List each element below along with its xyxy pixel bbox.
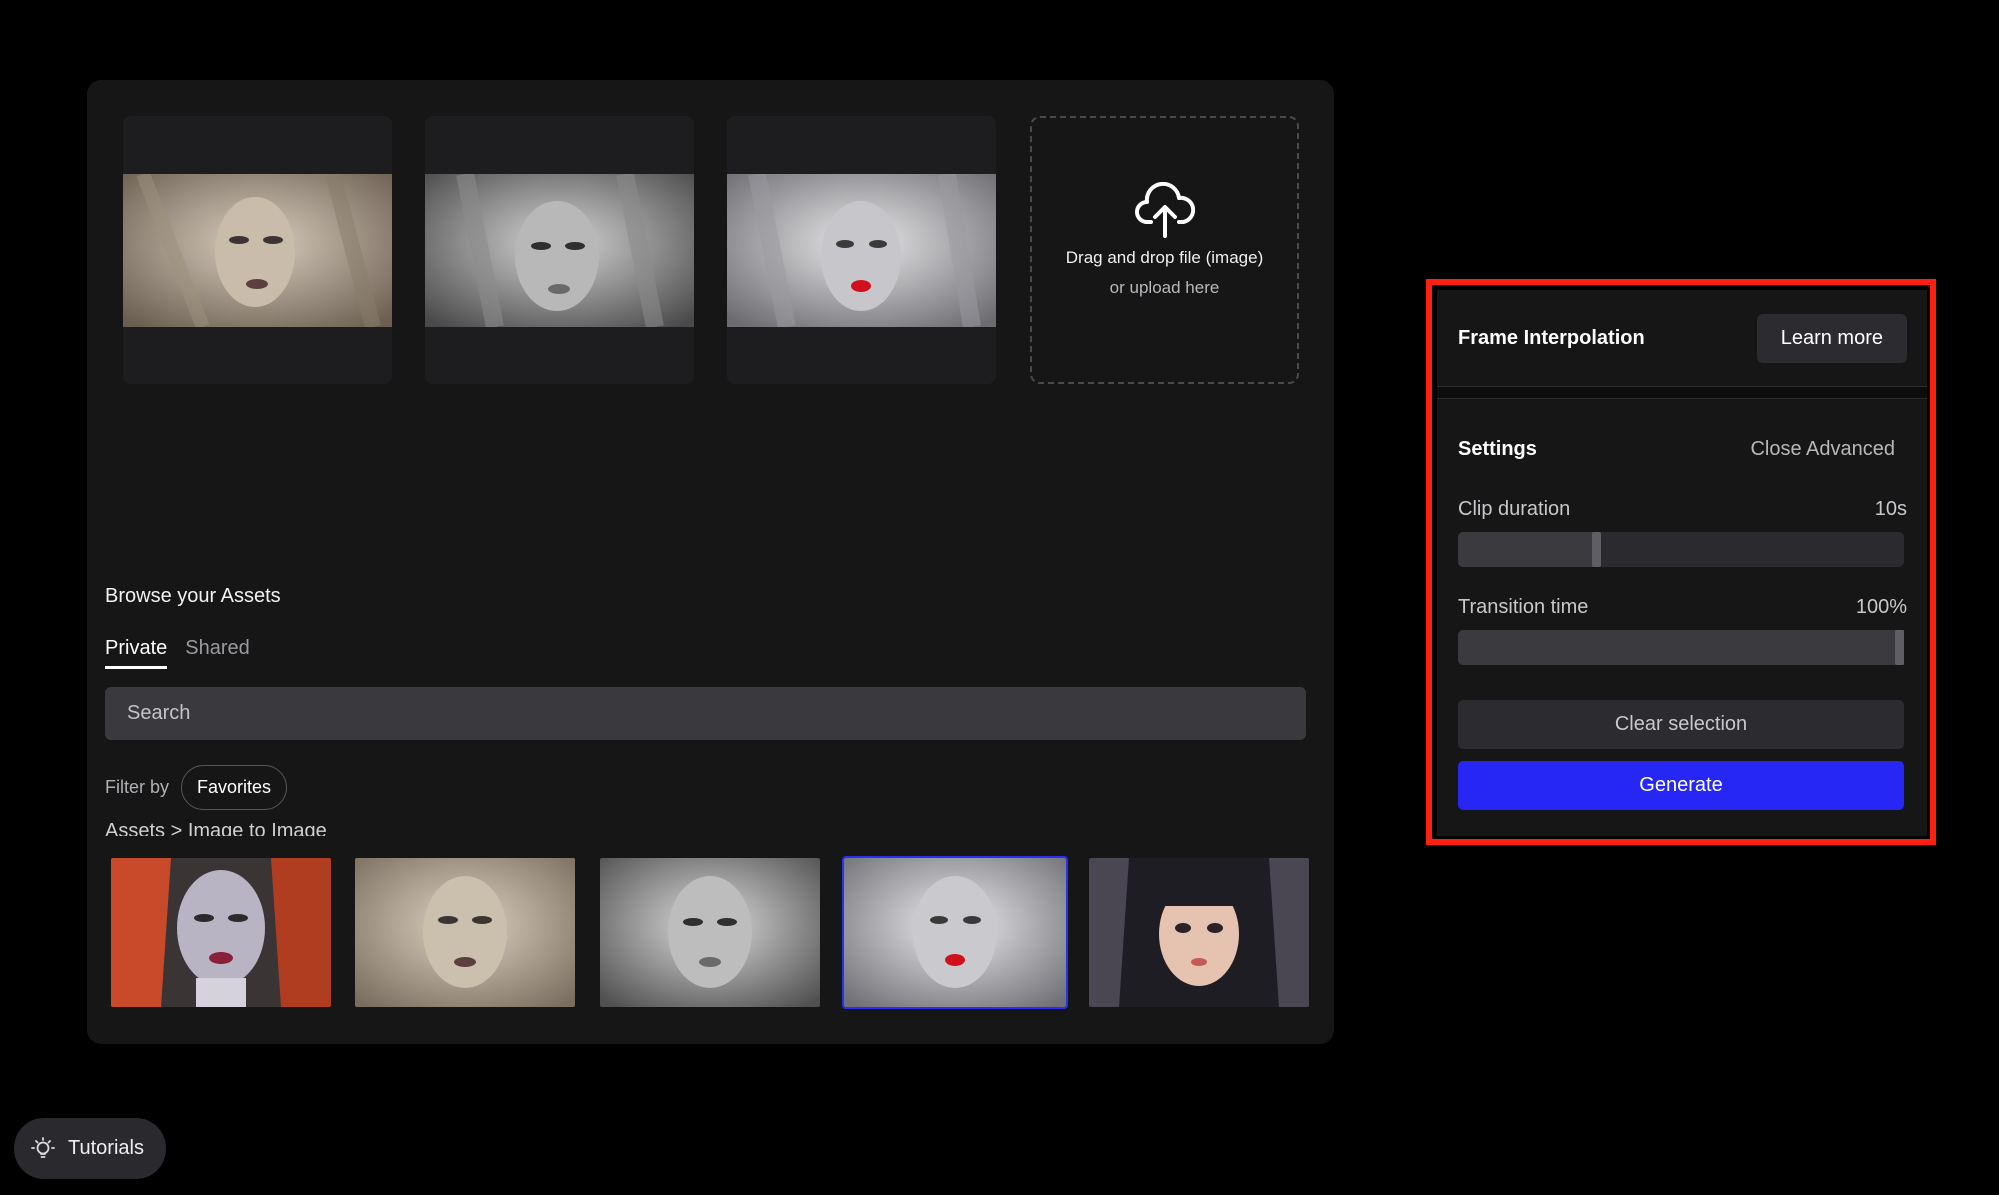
upload-dropzone[interactable]: Drag and drop file (image) or upload her… [1030, 116, 1299, 384]
close-advanced-button[interactable]: Close Advanced [1750, 438, 1907, 461]
learn-more-button[interactable]: Learn more [1756, 313, 1907, 363]
transition-time-thumb[interactable] [1895, 630, 1904, 665]
frame-interpolation-panel: Frame Interpolation Learn more Settings … [1437, 290, 1927, 836]
tutorials-button[interactable]: Tutorials [14, 1118, 166, 1179]
cloud-upload-icon [1134, 182, 1195, 238]
clip-duration-slider[interactable] [1458, 532, 1904, 567]
panel-title: Frame Interpolation [1458, 326, 1645, 349]
tab-shared[interactable]: Shared [185, 637, 250, 669]
asset-image-2 [355, 858, 575, 1007]
panel-divider [1437, 387, 1927, 399]
search-input[interactable] [127, 702, 1306, 725]
asset-image-3 [600, 858, 820, 1007]
asset-image-4 [844, 858, 1066, 1007]
transition-time-label: Transition time [1458, 596, 1589, 618]
transition-time-label-row: Transition time 100% [1458, 596, 1907, 619]
asset-thumbnail-3[interactable] [600, 858, 820, 1007]
settings-title: Settings [1458, 438, 1537, 460]
breadcrumb: Assets > Image to Image [105, 820, 327, 836]
clip-duration-fill [1458, 532, 1597, 567]
frame-slot-1[interactable] [123, 116, 392, 384]
filter-label: Filter by [105, 777, 170, 797]
transition-time-fill [1458, 630, 1904, 665]
frame-slot-3[interactable] [727, 116, 996, 384]
search-bar [105, 687, 1306, 740]
asset-tabs: Private Shared [105, 637, 250, 669]
upload-instruction: Drag and drop file (image) [1065, 248, 1264, 267]
asset-thumbnail-5[interactable] [1089, 858, 1309, 1007]
clip-duration-thumb[interactable] [1592, 532, 1602, 567]
frame-thumbnail-3 [727, 174, 996, 327]
transition-time-slider[interactable] [1458, 630, 1904, 665]
clip-duration-label: Clip duration [1458, 498, 1571, 520]
panel-header: Frame Interpolation Learn more [1437, 290, 1927, 387]
asset-image-5 [1089, 858, 1309, 1007]
frame-thumbnail-2 [425, 174, 694, 327]
clip-duration-label-row: Clip duration 10s [1458, 498, 1907, 521]
browse-assets-title: Browse your Assets [105, 585, 281, 607]
tab-private[interactable]: Private [105, 637, 168, 669]
settings-header: Settings Close Advanced [1458, 438, 1907, 461]
favorites-filter-chip[interactable]: Favorites [181, 765, 288, 810]
clear-selection-button[interactable]: Clear selection [1458, 700, 1904, 749]
clip-duration-value: 10s [1874, 498, 1907, 520]
filter-row: Filter by Favorites [105, 765, 288, 810]
lightbulb-icon [31, 1136, 55, 1158]
frame-slot-2[interactable] [425, 116, 694, 384]
asset-thumbnail-1[interactable] [111, 858, 331, 1007]
transition-time-value: 100% [1855, 596, 1907, 618]
asset-thumbnail-2[interactable] [355, 858, 575, 1007]
asset-image-1 [111, 858, 331, 1007]
tutorials-label: Tutorials [68, 1137, 144, 1159]
upload-link[interactable]: or upload here [1110, 278, 1220, 298]
asset-thumbnail-4[interactable] [842, 856, 1068, 1009]
frame-thumbnail-1 [123, 174, 392, 327]
workspace-panel: Drag and drop file (image) or upload her… [87, 80, 1334, 1044]
generate-button[interactable]: Generate [1458, 761, 1904, 810]
